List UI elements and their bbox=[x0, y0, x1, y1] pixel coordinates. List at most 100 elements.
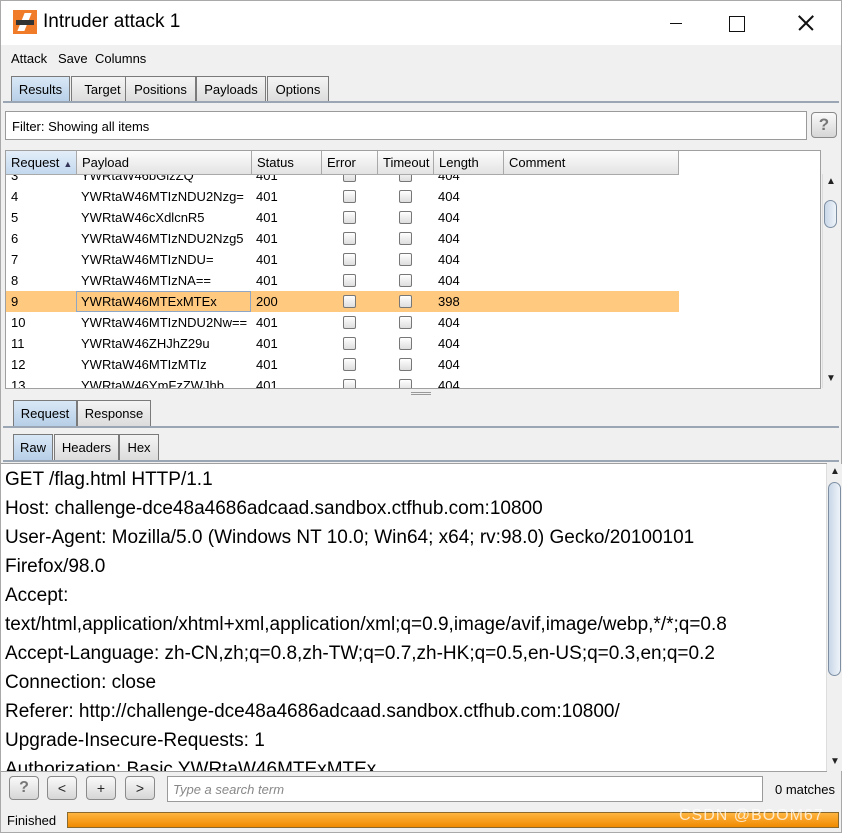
burp-app-icon bbox=[13, 10, 37, 34]
cell-request: 4 bbox=[11, 189, 19, 204]
cell-request: 11 bbox=[11, 336, 25, 351]
timeout-checkbox bbox=[399, 337, 412, 350]
tab-raw[interactable]: Raw bbox=[13, 434, 53, 460]
cell-status: 401 bbox=[256, 315, 278, 330]
view-tab-divider bbox=[3, 460, 839, 462]
filter-bar[interactable]: Filter: Showing all items bbox=[5, 111, 807, 140]
timeout-checkbox bbox=[399, 190, 412, 203]
scroll-up-icon[interactable]: ▲ bbox=[826, 176, 836, 187]
header-user-agent: User-Agent: Mozilla/5.0 (Windows NT 10.0… bbox=[5, 527, 695, 548]
table-row[interactable]: 4 YWRtaW46MTIzNDU2Nzg= 401 404 bbox=[6, 186, 679, 207]
scroll-down-icon[interactable]: ▼ bbox=[826, 373, 836, 384]
table-row[interactable]: 13 YWRtaW46YmFzZWJhb... 401 404 bbox=[6, 375, 679, 389]
editor-scrollbar[interactable]: ▲ ▼ bbox=[826, 464, 842, 771]
column-status-header[interactable]: Status bbox=[252, 151, 322, 175]
column-comment-header[interactable]: Comment bbox=[504, 151, 679, 175]
cell-payload: YWRtaW46MTExMTEx bbox=[81, 294, 217, 309]
error-checkbox bbox=[343, 337, 356, 350]
cell-payload: YWRtaW46ZHJhZ29u bbox=[81, 336, 210, 351]
table-row[interactable]: 8 YWRtaW46MTIzNA== 401 404 bbox=[6, 270, 679, 291]
cell-request: 8 bbox=[11, 273, 19, 288]
error-checkbox bbox=[343, 358, 356, 371]
main-tabs: Results Target Positions Payloads Option… bbox=[11, 76, 341, 102]
table-row-selected[interactable]: 9 YWRtaW46MTExMTEx 200 398 bbox=[6, 291, 679, 312]
table-row[interactable]: 12 YWRtaW46MTIzMTIz 401 404 bbox=[6, 354, 679, 375]
search-input[interactable] bbox=[167, 776, 763, 802]
table-row[interactable]: 6 YWRtaW46MTIzNDU2Nzg5 401 404 bbox=[6, 228, 679, 249]
search-prev-button[interactable]: < bbox=[47, 776, 77, 800]
table-row[interactable]: 11 YWRtaW46ZHJhZ29u 401 404 bbox=[6, 333, 679, 354]
cell-status: 401 bbox=[256, 336, 278, 351]
search-help-button[interactable]: ? bbox=[9, 776, 39, 800]
cell-length: 404 bbox=[438, 210, 460, 225]
tab-headers[interactable]: Headers bbox=[54, 434, 119, 460]
cell-status: 401 bbox=[256, 357, 278, 372]
tab-hex[interactable]: Hex bbox=[119, 434, 159, 460]
sort-ascending-icon: ▲ bbox=[63, 159, 73, 169]
cell-payload: YWRtaW46MTIzMTIz bbox=[81, 357, 207, 372]
search-next-button[interactable]: > bbox=[125, 776, 155, 800]
header-user-agent-cont: Firefox/98.0 bbox=[5, 556, 106, 577]
table-row[interactable]: 7 YWRtaW46MTIzNDU= 401 404 bbox=[6, 249, 679, 270]
error-checkbox bbox=[343, 274, 356, 287]
cell-request: 5 bbox=[11, 210, 19, 225]
cell-status: 401 bbox=[256, 252, 278, 267]
timeout-checkbox bbox=[399, 295, 412, 308]
menu-save[interactable]: Save bbox=[58, 51, 88, 66]
minimize-icon[interactable] bbox=[653, 1, 699, 45]
cell-length: 404 bbox=[438, 231, 460, 246]
header-accept-cont: text/html,application/xhtml+xml,applicat… bbox=[5, 614, 727, 635]
header-referer: Referer: http://challenge-dce48a4686adca… bbox=[5, 701, 620, 722]
tab-positions[interactable]: Positions bbox=[125, 76, 196, 102]
close-icon[interactable] bbox=[783, 1, 829, 45]
cell-payload: YWRtaW46MTIzNDU= bbox=[81, 252, 214, 267]
raw-request-editor[interactable]: GET /flag.html HTTP/1.1 Host: challenge-… bbox=[1, 463, 827, 772]
editor-scroll-down-icon[interactable]: ▼ bbox=[830, 756, 840, 767]
tab-divider bbox=[3, 101, 839, 103]
column-error-header[interactable]: Error bbox=[322, 151, 378, 175]
tab-payloads[interactable]: Payloads bbox=[196, 76, 266, 102]
tab-options[interactable]: Options bbox=[267, 76, 329, 102]
search-add-button[interactable]: + bbox=[86, 776, 116, 800]
cell-length: 404 bbox=[438, 378, 460, 389]
window-title: Intruder attack 1 bbox=[43, 11, 181, 32]
match-count: 0 matches bbox=[775, 782, 835, 797]
intruder-window: Intruder attack 1 Attack Save Columns Re… bbox=[0, 0, 842, 833]
results-scrollbar[interactable]: ▲ ▼ bbox=[822, 174, 838, 388]
editor-scroll-thumb[interactable] bbox=[828, 482, 841, 676]
column-timeout-header[interactable]: Timeout bbox=[378, 151, 434, 175]
split-pane-handle[interactable] bbox=[411, 392, 431, 395]
table-row[interactable]: 10 YWRtaW46MTIzNDU2Nw== 401 404 bbox=[6, 312, 679, 333]
editor-scroll-up-icon[interactable]: ▲ bbox=[830, 466, 840, 477]
menu-attack[interactable]: Attack bbox=[11, 51, 47, 66]
filter-help-button[interactable]: ? bbox=[811, 112, 837, 138]
table-row[interactable]: 5 YWRtaW46cXdlcnR5 401 404 bbox=[6, 207, 679, 228]
timeout-checkbox bbox=[399, 211, 412, 224]
column-length-header[interactable]: Length bbox=[434, 151, 504, 175]
header-host: Host: challenge-dce48a4686adcaad.sandbox… bbox=[5, 498, 543, 519]
filter-text: Filter: Showing all items bbox=[12, 119, 150, 134]
error-checkbox bbox=[343, 253, 356, 266]
tab-results[interactable]: Results bbox=[11, 76, 70, 102]
request-line: GET /flag.html HTTP/1.1 bbox=[5, 469, 213, 490]
tab-request[interactable]: Request bbox=[13, 400, 77, 426]
timeout-checkbox bbox=[399, 232, 412, 245]
menu-columns[interactable]: Columns bbox=[95, 51, 146, 66]
cell-status: 401 bbox=[256, 189, 278, 204]
status-label: Finished bbox=[7, 813, 57, 828]
cell-status: 401 bbox=[256, 378, 278, 389]
cell-request: 13 bbox=[11, 378, 26, 389]
cell-request: 9 bbox=[11, 294, 19, 309]
cell-request: 6 bbox=[11, 231, 19, 246]
maximize-icon[interactable] bbox=[713, 1, 759, 45]
column-payload-header[interactable]: Payload bbox=[77, 151, 252, 175]
header-connection: Connection: close bbox=[5, 672, 157, 693]
detail-tabs: Request Response bbox=[13, 400, 163, 426]
error-checkbox bbox=[343, 190, 356, 203]
column-request-header[interactable]: Request ▲ bbox=[6, 151, 77, 175]
timeout-checkbox bbox=[399, 358, 412, 371]
header-authorization: Authorization: Basic YWRtaW46MTExMTEx bbox=[5, 759, 377, 772]
tab-response[interactable]: Response bbox=[77, 400, 151, 426]
scroll-thumb[interactable] bbox=[824, 200, 837, 228]
cell-status: 200 bbox=[256, 294, 278, 309]
